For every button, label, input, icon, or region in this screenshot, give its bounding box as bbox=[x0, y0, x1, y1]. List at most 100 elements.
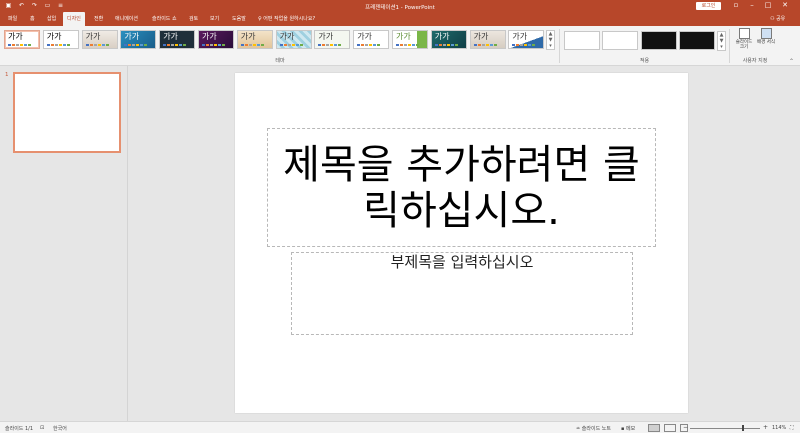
theme-color-swatches bbox=[357, 44, 381, 46]
collapse-ribbon-icon[interactable]: ⌃ bbox=[789, 58, 794, 65]
format-background-icon bbox=[760, 28, 772, 39]
notes-label: 슬라이드 노트 bbox=[581, 426, 611, 432]
theme-thumbnail-3[interactable]: 가가 bbox=[81, 30, 118, 49]
theme-color-swatches bbox=[202, 44, 225, 46]
ribbon-tabs: 파일 홈 삽입 디자인 전환 애니메이션 슬라이드 쇼 검토 보기 도움말 ♀ … bbox=[0, 12, 800, 26]
share-button[interactable]: ⚇ 공유 bbox=[770, 12, 785, 26]
theme-sample-text: 가가 bbox=[163, 32, 178, 41]
variants-more-icon[interactable]: ▾ bbox=[720, 44, 723, 50]
zoom-slider[interactable] bbox=[690, 427, 760, 429]
theme-thumbnail-1[interactable]: 가가 bbox=[4, 30, 40, 49]
gallery-more-icon[interactable]: ▾ bbox=[549, 43, 552, 49]
ribbon-display-options-icon[interactable]: ▫ bbox=[731, 1, 741, 9]
theme-thumbnail-12[interactable]: 가가 bbox=[430, 30, 467, 49]
theme-sample-text: 가가 bbox=[124, 32, 140, 41]
theme-color-swatches bbox=[240, 44, 264, 46]
tell-me-search[interactable]: ♀ 어떤 작업을 원하시나요? bbox=[258, 12, 315, 26]
zoom-level[interactable]: 114% bbox=[772, 425, 786, 431]
theme-color-swatches bbox=[124, 44, 148, 46]
theme-thumbnail-7[interactable]: 가가 bbox=[236, 30, 273, 49]
theme-color-swatches bbox=[434, 44, 458, 46]
maximize-icon[interactable]: □ bbox=[763, 1, 773, 9]
theme-thumbnail-9[interactable]: 가가 bbox=[314, 30, 351, 49]
theme-sample-text: 가가 bbox=[357, 32, 372, 41]
slide-size-button[interactable]: 슬라이드 크기 bbox=[733, 28, 755, 56]
comments-button[interactable]: ▪ 메모 bbox=[621, 425, 635, 432]
title-placeholder[interactable]: 제목을 추가하려면 클릭하십시오. bbox=[267, 128, 656, 247]
close-icon[interactable]: ✕ bbox=[780, 1, 790, 9]
theme-thumbnail-4[interactable]: 가가 bbox=[120, 30, 157, 49]
tab-view[interactable]: 보기 bbox=[206, 12, 223, 26]
variants-group-label: 적용 bbox=[639, 58, 650, 64]
gallery-scroll[interactable]: ▲ ▼ ▾ bbox=[546, 30, 555, 50]
notes-button[interactable]: ≐ 슬라이드 노트 bbox=[576, 425, 611, 432]
theme-thumbnail-13[interactable]: 가가 bbox=[469, 30, 506, 49]
language-indicator[interactable]: 한국어 bbox=[53, 425, 67, 432]
theme-thumbnail-11[interactable]: 가가 bbox=[392, 30, 428, 49]
group-separator bbox=[559, 29, 560, 63]
tab-review[interactable]: 검토 bbox=[185, 12, 202, 26]
theme-color-swatches bbox=[279, 44, 303, 46]
slide-canvas[interactable]: 제목을 추가하려면 클릭하십시오. 부제목을 입력하십시오 bbox=[235, 73, 688, 413]
theme-sample-text: 가가 bbox=[46, 32, 62, 41]
variant-4[interactable] bbox=[679, 31, 715, 50]
accessibility-icon[interactable]: ⊡ bbox=[40, 425, 44, 431]
tab-slide-show[interactable]: 슬라이드 쇼 bbox=[148, 12, 181, 26]
tab-transitions[interactable]: 전환 bbox=[90, 12, 107, 26]
ribbon: 가가 가가 가가 가가 가가 가가 가가 가가 가가 가가 가가 가가 가가 가가 ▲ ▼ ▾ 테마 ▲ … bbox=[0, 26, 800, 66]
theme-sample-text: 가가 bbox=[396, 32, 411, 41]
tab-home[interactable]: 홈 bbox=[26, 12, 39, 26]
theme-thumbnail-14[interactable]: 가가 bbox=[508, 30, 545, 49]
theme-sample-text: 가가 bbox=[512, 32, 528, 41]
theme-thumbnail-10[interactable]: 가가 bbox=[353, 30, 390, 49]
minimize-icon[interactable]: – bbox=[747, 1, 757, 9]
tab-animations[interactable]: 애니메이션 bbox=[111, 12, 142, 26]
share-label: 공유 bbox=[776, 16, 786, 22]
share-icon: ⚇ bbox=[770, 16, 775, 22]
tab-insert[interactable]: 삽입 bbox=[43, 12, 60, 26]
variant-3[interactable] bbox=[641, 31, 677, 50]
variant-1[interactable] bbox=[564, 31, 600, 50]
title-bar: ▣ ↶ ↷ ▭ ≡ 프레젠테이션1 - PowerPoint 로그인 ▫ – □… bbox=[0, 0, 800, 12]
variant-2[interactable] bbox=[602, 31, 638, 50]
vertical-scrollbar[interactable] bbox=[790, 66, 800, 421]
theme-sample-text: 가가 bbox=[279, 32, 295, 41]
tab-design[interactable]: 디자인 bbox=[63, 12, 85, 26]
format-background-label: 배경 서식 bbox=[757, 40, 775, 45]
slide-thumbnail-pane: 1 bbox=[0, 66, 128, 421]
theme-thumbnail-6[interactable]: 가가 bbox=[198, 30, 234, 49]
zoom-slider-thumb[interactable] bbox=[742, 425, 744, 431]
theme-thumbnail-5[interactable]: 가가 bbox=[159, 30, 196, 49]
zoom-in-icon[interactable]: + bbox=[763, 424, 768, 431]
theme-sample-text: 가가 bbox=[434, 32, 450, 41]
slide-thumbnail[interactable] bbox=[13, 72, 121, 153]
fit-slide-icon[interactable]: ⛶ bbox=[790, 425, 794, 431]
sign-in-button[interactable]: 로그인 bbox=[696, 2, 721, 10]
slide-editor: 제목을 추가하려면 클릭하십시오. 부제목을 입력하십시오 bbox=[129, 66, 800, 421]
theme-color-swatches bbox=[8, 44, 31, 46]
theme-thumbnail-8[interactable]: 가가 bbox=[275, 30, 312, 49]
theme-thumbnail-2[interactable]: 가가 bbox=[42, 30, 79, 49]
theme-sample-text: 가가 bbox=[240, 32, 256, 41]
powerpoint-window: ▣ ↶ ↷ ▭ ≡ 프레젠테이션1 - PowerPoint 로그인 ▫ – □… bbox=[0, 0, 800, 433]
format-background-button[interactable]: 배경 서식 bbox=[755, 28, 777, 56]
theme-sample-text: 가가 bbox=[473, 32, 489, 41]
theme-color-swatches bbox=[46, 44, 70, 46]
theme-color-swatches bbox=[85, 44, 109, 46]
theme-sample-text: 가가 bbox=[202, 32, 217, 41]
comments-label: 메모 bbox=[625, 426, 636, 432]
tell-me-text: 어떤 작업을 원하시나요? bbox=[263, 16, 316, 22]
subtitle-placeholder[interactable]: 부제목을 입력하십시오 bbox=[291, 252, 633, 335]
theme-color-swatches bbox=[512, 44, 536, 46]
variants-scroll[interactable]: ▲ ▼ ▾ bbox=[717, 31, 726, 51]
normal-view-icon[interactable] bbox=[648, 424, 660, 432]
zoom-out-icon[interactable]: − bbox=[683, 424, 688, 431]
tab-file[interactable]: 파일 bbox=[4, 12, 21, 26]
lightbulb-icon: ♀ bbox=[258, 16, 262, 22]
theme-color-swatches bbox=[163, 44, 187, 46]
tab-help[interactable]: 도움말 bbox=[228, 12, 250, 26]
slide-size-icon bbox=[738, 28, 750, 39]
slide-sorter-icon[interactable] bbox=[664, 424, 676, 432]
theme-color-swatches bbox=[318, 44, 342, 46]
customize-group-label: 사용자 지정 bbox=[742, 58, 768, 64]
